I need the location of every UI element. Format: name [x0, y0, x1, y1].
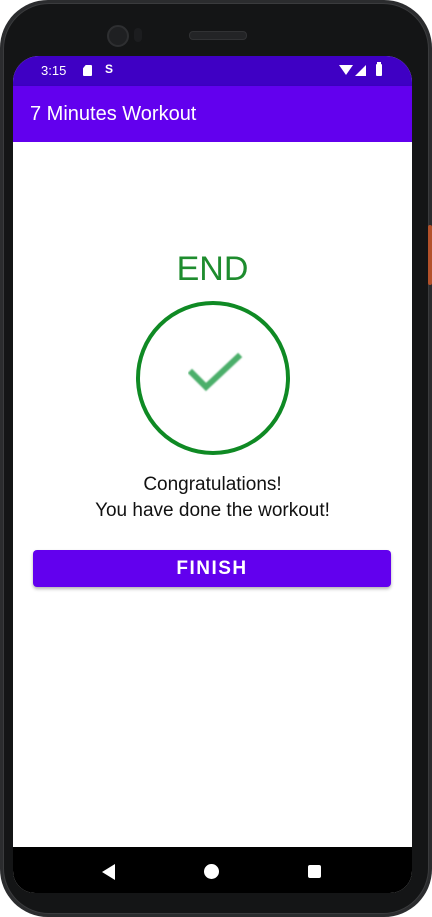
- device-frame: 3:15 S 7 Minutes Workout END Congratulat…: [0, 0, 432, 917]
- signal-icon: [355, 65, 366, 76]
- completion-circle: [136, 301, 290, 455]
- checkmark-icon: [188, 352, 243, 392]
- s-icon: S: [105, 62, 114, 76]
- wifi-icon: [339, 65, 353, 75]
- status-bar: 3:15 S: [13, 56, 412, 86]
- end-label: END: [176, 250, 249, 288]
- recents-icon[interactable]: [308, 865, 321, 878]
- home-icon[interactable]: [204, 864, 219, 879]
- screen: 3:15 S 7 Minutes Workout END Congratulat…: [13, 56, 412, 893]
- sd-card-icon: [83, 65, 92, 76]
- congrats-line-2: You have done the workout!: [95, 500, 330, 521]
- sensor-icon: [134, 28, 142, 42]
- back-icon[interactable]: [102, 864, 115, 880]
- front-camera-icon: [107, 25, 129, 47]
- power-button[interactable]: [428, 225, 432, 285]
- app-title: 7 Minutes Workout: [30, 103, 197, 125]
- status-time: 3:15: [41, 63, 67, 78]
- main-content: END Congratulations! You have done the w…: [13, 142, 412, 847]
- earpiece-speaker: [189, 31, 247, 40]
- congrats-line-1: Congratulations!: [143, 474, 282, 495]
- congratulations-message: Congratulations! You have done the worko…: [13, 472, 412, 524]
- battery-icon: [376, 62, 382, 76]
- finish-button[interactable]: FINISH: [33, 550, 391, 587]
- navigation-bar: [13, 847, 412, 893]
- app-bar: 7 Minutes Workout: [13, 86, 412, 142]
